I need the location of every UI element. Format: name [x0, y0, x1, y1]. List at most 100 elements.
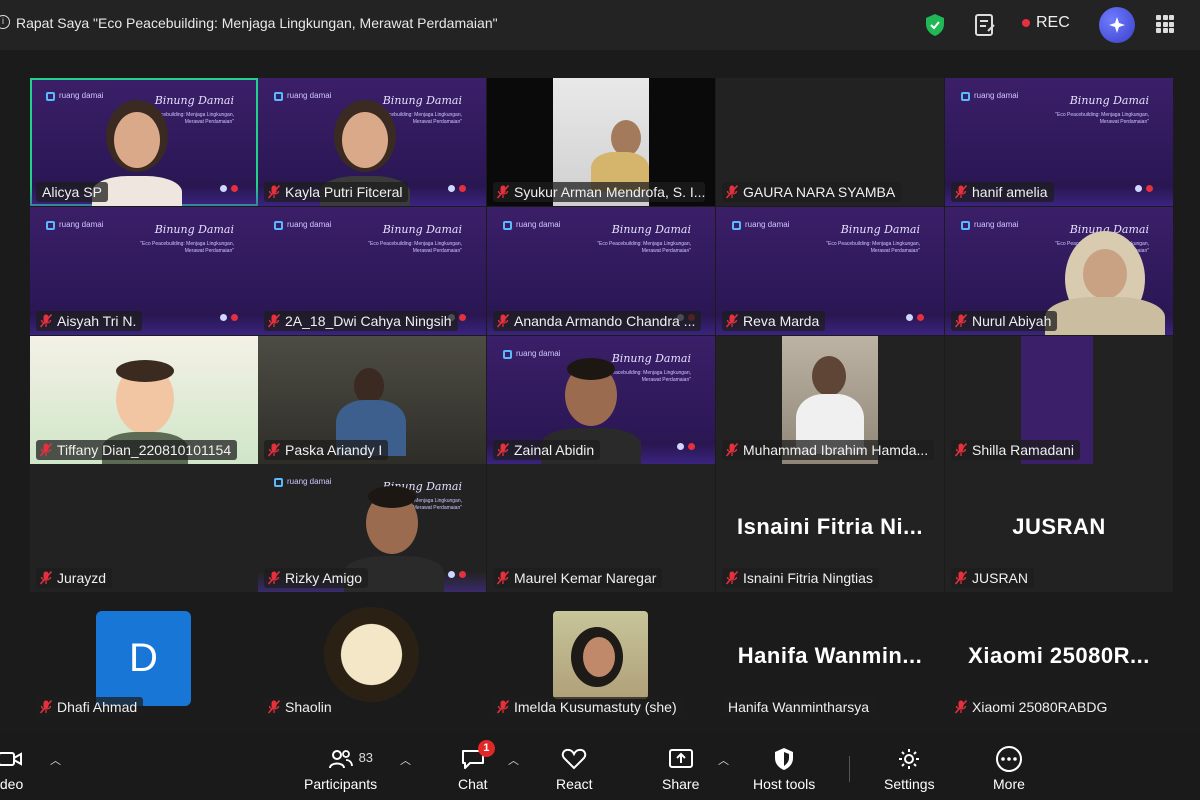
participant-name: Reva Marda: [743, 313, 820, 329]
muted-mic-icon: [267, 571, 281, 585]
participant-name-label: Paska Ariandy I: [264, 440, 389, 460]
participant-name-label: Tiffany Dian_220810101154: [36, 440, 238, 460]
participant-tile[interactable]: ruang damaiBinung Damai"Eco Peacebuildin…: [945, 207, 1173, 335]
participant-name: Rizky Amigo: [285, 570, 363, 586]
background-icons: [1135, 185, 1153, 192]
settings-label: Settings: [884, 776, 935, 792]
participant-tile[interactable]: ruang damaiBinung Damai"Eco Peacebuildin…: [487, 336, 715, 464]
share-button[interactable]: Share: [662, 746, 699, 792]
participant-name: hanif amelia: [972, 184, 1048, 200]
participant-tile[interactable]: D Dhafi Ahmad: [30, 593, 258, 721]
muted-mic-icon: [725, 571, 739, 585]
participant-tile[interactable]: ruang damaiBinung Damai"Eco Peacebuildin…: [258, 78, 486, 206]
participant-tile[interactable]: ruang damaiBinung Damai"Eco Peacebuildin…: [258, 207, 486, 335]
event-script-title: Binung Damai: [1069, 94, 1149, 107]
chat-options-caret-icon[interactable]: ︿: [508, 752, 519, 768]
participants-options-caret-icon[interactable]: ︿: [400, 752, 411, 768]
react-label: React: [556, 776, 593, 792]
participant-name: Shilla Ramadani: [972, 442, 1074, 458]
participant-tile[interactable]: ruang damaiBinung Damai"Eco Peacebuildin…: [487, 207, 715, 335]
participant-tile[interactable]: Isnaini Fitria Ni... Isnaini Fitria Ningt…: [716, 464, 944, 592]
participant-tile[interactable]: Shaolin: [258, 593, 486, 721]
chat-button[interactable]: 1 Chat: [458, 740, 495, 792]
participant-tile[interactable]: ruang damaiBinung Damai"Eco Peacebuildin…: [258, 464, 486, 592]
participant-tile[interactable]: Maurel Kemar Naregar: [487, 464, 715, 592]
settings-button[interactable]: Settings: [884, 746, 935, 792]
participant-name-label: Aisyah Tri N.: [36, 311, 143, 331]
background-icons: [220, 185, 238, 192]
participant-tile[interactable]: Imelda Kusumastuty (she): [487, 593, 715, 721]
participant-tile[interactable]: Muhammad Ibrahim Hamda...: [716, 336, 944, 464]
ai-companion-icon[interactable]: [1099, 7, 1135, 43]
background-icons: [220, 314, 238, 321]
muted-mic-icon: [725, 443, 739, 457]
chat-unread-badge: 1: [477, 740, 495, 757]
participants-button[interactable]: 83 Participants: [304, 746, 377, 792]
muted-mic-icon: [954, 443, 968, 457]
participant-tile[interactable]: Xiaomi 25080R... Xiaomi 25080RABDG: [945, 593, 1173, 721]
share-options-caret-icon[interactable]: ︿: [718, 752, 729, 768]
react-button[interactable]: React: [556, 746, 593, 792]
video-label: ideo: [0, 776, 24, 792]
participant-name-label: Shaolin: [264, 697, 338, 717]
ruang-damai-logo: ruang damai: [961, 221, 1018, 230]
participant-tile[interactable]: GAURA NARA SYAMBA: [716, 78, 944, 206]
participant-name-label: Muhammad Ibrahim Hamda...: [722, 440, 934, 460]
notes-icon[interactable]: [974, 12, 996, 38]
apps-grid-icon[interactable]: [1156, 15, 1174, 33]
participant-name: Kayla Putri Fitceral: [285, 184, 403, 200]
more-label: More: [993, 776, 1025, 792]
participant-tile[interactable]: Jurayzd: [30, 464, 258, 592]
participant-tile[interactable]: Paska Ariandy I: [258, 336, 486, 464]
club-logo: [324, 607, 419, 702]
participant-tile[interactable]: JUSRAN JUSRAN: [945, 464, 1173, 592]
participant-name-label: Rizky Amigo: [264, 568, 369, 588]
participant-tile[interactable]: Shilla Ramadani: [945, 336, 1173, 464]
info-icon[interactable]: i: [0, 15, 10, 29]
share-label: Share: [662, 776, 700, 792]
muted-mic-icon: [267, 700, 281, 714]
participant-name-label: GAURA NARA SYAMBA: [722, 182, 902, 202]
participant-tile[interactable]: ruang damaiBinung Damai"Eco Peacebuildin…: [30, 78, 258, 206]
muted-mic-icon: [39, 700, 53, 714]
video-options-caret-icon[interactable]: ︿: [50, 752, 61, 768]
participant-name-label: Maurel Kemar Naregar: [493, 568, 663, 588]
host-shield-icon: [770, 746, 798, 772]
muted-mic-icon: [496, 314, 510, 328]
participant-name-label: Syukur Arman Mendrofa, S. I...: [493, 182, 705, 202]
participant-tile[interactable]: ruang damai Binung Damai "Eco Peacebuildin…: [945, 78, 1173, 206]
toolbar-divider: [849, 756, 850, 782]
event-script-title: Binung Damai: [611, 223, 691, 236]
participant-name: Jurayzd: [57, 570, 107, 586]
event-subtitle: "Eco Peacebuilding: Menjaga Lingkungan, …: [140, 241, 234, 254]
initial-avatar: D: [96, 611, 191, 706]
participant-tile[interactable]: Syukur Arman Mendrofa, S. I...: [487, 78, 715, 206]
muted-mic-icon: [496, 443, 510, 457]
event-subtitle: "Eco Peacebuilding: Menjaga Lingkungan, …: [1055, 112, 1149, 125]
host-tools-button[interactable]: Host tools: [753, 746, 815, 792]
muted-mic-icon: [496, 700, 510, 714]
participant-name-label: Nurul Abiyah: [951, 311, 1058, 331]
participant-name: Xiaomi 25080RABDG: [972, 699, 1108, 715]
muted-mic-icon: [954, 700, 968, 714]
chat-label: Chat: [458, 776, 488, 792]
participant-name-label: JUSRAN: [951, 568, 1035, 588]
more-button[interactable]: More: [993, 746, 1025, 792]
chat-icon: 1: [459, 740, 495, 772]
participant-tile[interactable]: Tiffany Dian_220810101154: [30, 336, 258, 464]
recording-indicator[interactable]: REC: [1022, 14, 1070, 32]
participant-tile[interactable]: ruang damaiBinung Damai"Eco Peacebuildin…: [30, 207, 258, 335]
record-dot-icon: [1022, 19, 1030, 27]
security-shield-icon[interactable]: [924, 12, 946, 38]
participant-name: 2A_18_Dwi Cahya Ningsih: [285, 313, 452, 329]
participant-name-label: Isnaini Fitria Ningtias: [722, 568, 879, 588]
muted-mic-icon: [954, 571, 968, 585]
participant-tile[interactable]: Hanifa Wanmin... Hanifa Wanmintharsya: [716, 593, 944, 721]
participant-display-name: Xiaomi 25080R...: [968, 643, 1150, 668]
participant-tile[interactable]: ruang damaiBinung Damai"Eco Peacebuildin…: [716, 207, 944, 335]
participant-name: Tiffany Dian_220810101154: [57, 442, 232, 458]
video-button[interactable]: ideo: [0, 746, 24, 792]
ruang-damai-logo: ruang damai: [961, 92, 1018, 101]
participant-name-label: Xiaomi 25080RABDG: [951, 697, 1114, 717]
participant-name-label: Dhafi Ahmad: [36, 697, 144, 717]
